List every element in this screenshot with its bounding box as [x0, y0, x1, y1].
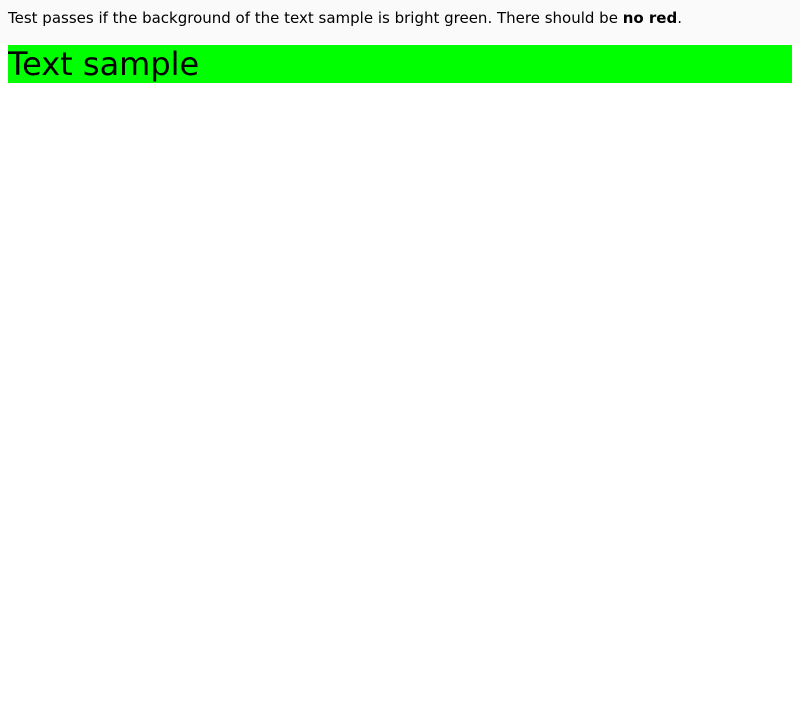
instructions-emphasis: no red: [622, 9, 678, 27]
instructions-prefix: Test passes if the background of the tex…: [8, 9, 623, 27]
test-instructions: Test passes if the background of the tex…: [0, 0, 800, 44]
instructions-suffix: .: [677, 9, 682, 27]
text-sample: Text sample: [8, 45, 792, 83]
page: Test passes if the background of the tex…: [0, 0, 800, 725]
